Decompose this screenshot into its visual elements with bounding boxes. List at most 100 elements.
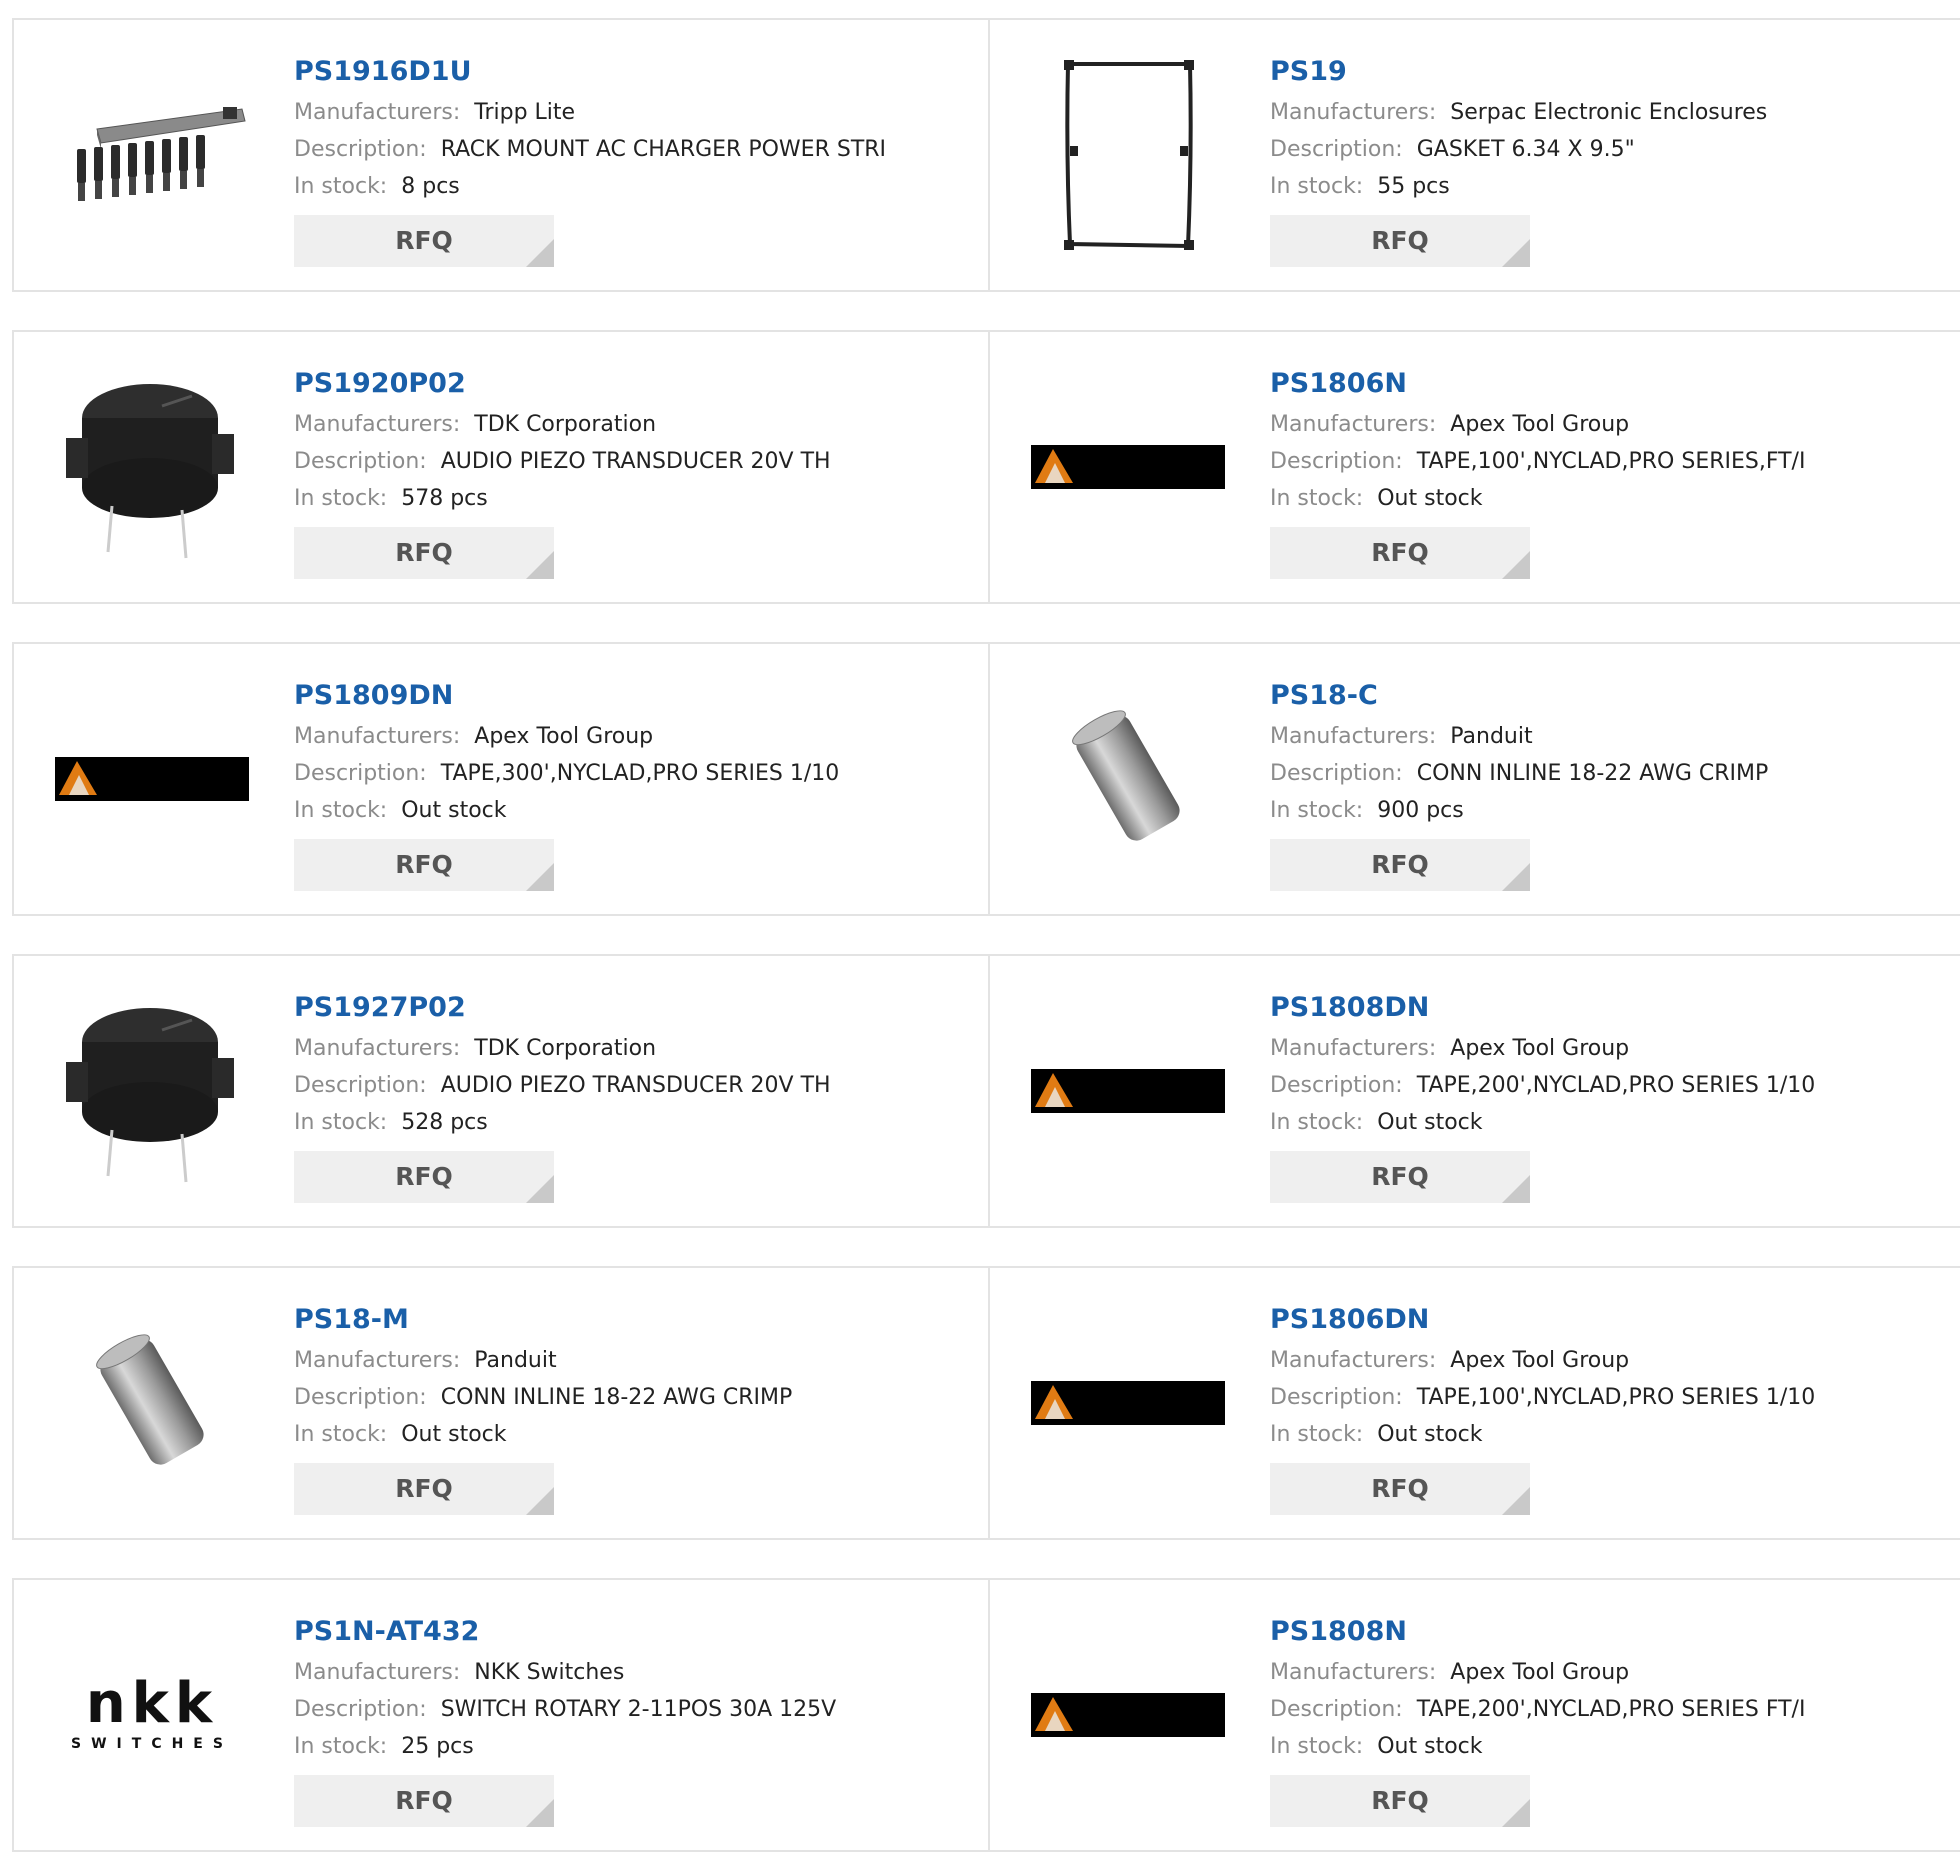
manufacturer-value: Apex Tool Group (1450, 412, 1630, 437)
part-number-link[interactable]: PS1N-AT432 (294, 1614, 978, 1654)
description-line: Description: RACK MOUNT AC CHARGER POWER … (294, 131, 978, 168)
description-label: Description: (294, 1385, 427, 1410)
manufacturer-value: Apex Tool Group (1450, 1036, 1630, 1061)
manufacturer-line: Manufacturers: Apex Tool Group (1270, 1030, 1952, 1067)
description-label: Description: (294, 449, 427, 474)
rfq-button[interactable]: RFQ (1270, 1775, 1530, 1827)
corner-triangle-icon (1502, 1799, 1530, 1827)
stock-label: In stock: (1270, 1110, 1364, 1135)
product-info: PS19 Manufacturers: Serpac Electronic Enc… (1270, 54, 1952, 267)
part-number-link[interactable]: PS1920P02 (294, 366, 978, 406)
rfq-button[interactable]: RFQ (294, 1151, 554, 1203)
stock-value: Out stock (1377, 486, 1483, 511)
apex-logo[interactable] (1028, 1302, 1228, 1502)
description-line: Description: AUDIO PIEZO TRANSDUCER 20V T… (294, 443, 978, 480)
manufacturer-line: Manufacturers: Serpac Electronic Enclosur… (1270, 94, 1952, 131)
apex-logo[interactable] (1028, 1614, 1228, 1814)
rfq-button[interactable]: RFQ (294, 215, 554, 267)
manufacturer-line: Manufacturers: Apex Tool Group (1270, 1342, 1952, 1379)
description-label: Description: (1270, 137, 1403, 162)
manufacturer-line: Manufacturers: Panduit (294, 1342, 978, 1379)
part-number-link[interactable]: PS1809DN (294, 678, 978, 718)
rfq-button[interactable]: RFQ (1270, 1151, 1530, 1203)
stock-value: 528 pcs (401, 1110, 488, 1135)
power-strip-image[interactable] (52, 54, 252, 254)
product-row: nkk SWITCHES PS1N-AT432 Manufacturers: NK… (12, 1578, 1960, 1852)
rfq-label: RFQ (395, 226, 453, 255)
product-row: PS1927P02 Manufacturers: TDK Corporation … (12, 954, 1960, 1228)
product-row: PS1916D1U Manufacturers: Tripp Lite Descr… (12, 18, 1960, 292)
rfq-button[interactable]: RFQ (294, 839, 554, 891)
stock-label: In stock: (294, 1422, 388, 1447)
stock-label: In stock: (294, 174, 388, 199)
part-number-link[interactable]: PS1808DN (1270, 990, 1952, 1030)
description-line: Description: AUDIO PIEZO TRANSDUCER 20V T… (294, 1067, 978, 1104)
crimp-connector-image[interactable] (52, 1302, 252, 1502)
rfq-button[interactable]: RFQ (294, 1775, 554, 1827)
description-line: Description: SWITCH ROTARY 2-11POS 30A 12… (294, 1691, 978, 1728)
manufacturer-label: Manufacturers: (1270, 412, 1437, 437)
piezo-buzzer-image[interactable] (52, 990, 252, 1190)
rfq-button[interactable]: RFQ (294, 1463, 554, 1515)
part-number-link[interactable]: PS19 (1270, 54, 1952, 94)
rfq-button[interactable]: RFQ (1270, 1463, 1530, 1515)
rfq-label: RFQ (395, 1786, 453, 1815)
corner-triangle-icon (1502, 1487, 1530, 1515)
stock-line: In stock: Out stock (294, 1416, 978, 1453)
apex-logo[interactable] (1028, 366, 1228, 566)
manufacturer-value: NKK Switches (474, 1660, 625, 1685)
part-number-link[interactable]: PS18-M (294, 1302, 978, 1342)
part-number-link[interactable]: PS18-C (1270, 678, 1952, 718)
stock-line: In stock: Out stock (1270, 480, 1952, 517)
rfq-label: RFQ (1371, 226, 1429, 255)
gasket-image[interactable] (1028, 54, 1228, 254)
product-info: PS1916D1U Manufacturers: Tripp Lite Descr… (294, 54, 978, 267)
apex-logo-icon (1031, 445, 1225, 489)
piezo-buzzer-image[interactable] (52, 366, 252, 566)
rfq-button[interactable]: RFQ (1270, 839, 1530, 891)
crimp-connector-image[interactable] (1028, 678, 1228, 878)
description-line: Description: TAPE,200',NYCLAD,PRO SERIES … (1270, 1691, 1952, 1728)
product-card: PS1808DN Manufacturers: Apex Tool Group D… (990, 956, 1960, 1226)
rfq-label: RFQ (1371, 1474, 1429, 1503)
manufacturer-line: Manufacturers: Apex Tool Group (1270, 1654, 1952, 1691)
description-value: AUDIO PIEZO TRANSDUCER 20V TH (440, 1073, 831, 1098)
product-row: PS1809DN Manufacturers: Apex Tool Group D… (12, 642, 1960, 916)
stock-line: In stock: 528 pcs (294, 1104, 978, 1141)
description-line: Description: TAPE,100',NYCLAD,PRO SERIES,… (1270, 443, 1952, 480)
part-number-link[interactable]: PS1806DN (1270, 1302, 1952, 1342)
stock-value: 8 pcs (401, 174, 460, 199)
stock-value: 900 pcs (1377, 798, 1464, 823)
product-info: PS1927P02 Manufacturers: TDK Corporation … (294, 990, 978, 1203)
corner-triangle-icon (526, 1175, 554, 1203)
manufacturer-value: Panduit (474, 1348, 557, 1373)
rfq-button[interactable]: RFQ (1270, 527, 1530, 579)
rfq-label: RFQ (395, 538, 453, 567)
stock-label: In stock: (1270, 798, 1364, 823)
description-line: Description: TAPE,200',NYCLAD,PRO SERIES … (1270, 1067, 1952, 1104)
rfq-button[interactable]: RFQ (1270, 215, 1530, 267)
stock-line: In stock: 25 pcs (294, 1728, 978, 1765)
stock-label: In stock: (1270, 1422, 1364, 1447)
part-number-link[interactable]: PS1806N (1270, 366, 1952, 406)
part-number-link[interactable]: PS1916D1U (294, 54, 978, 94)
apex-logo-icon (55, 757, 249, 801)
part-number-link[interactable]: PS1808N (1270, 1614, 1952, 1654)
stock-line: In stock: 55 pcs (1270, 168, 1952, 205)
stock-label: In stock: (1270, 486, 1364, 511)
nkk-logo[interactable]: nkk SWITCHES (52, 1614, 252, 1814)
apex-logo[interactable] (1028, 990, 1228, 1190)
product-info: PS1809DN Manufacturers: Apex Tool Group D… (294, 678, 978, 891)
stock-label: In stock: (294, 798, 388, 823)
stock-line: In stock: 578 pcs (294, 480, 978, 517)
apex-logo-icon (1031, 1381, 1225, 1425)
product-card: PS18-M Manufacturers: Panduit Description… (14, 1268, 990, 1538)
product-card: PS18-C Manufacturers: Panduit Description… (990, 644, 1960, 914)
rfq-label: RFQ (395, 1474, 453, 1503)
product-row: PS1920P02 Manufacturers: TDK Corporation … (12, 330, 1960, 604)
corner-triangle-icon (526, 1487, 554, 1515)
apex-logo[interactable] (52, 678, 252, 878)
part-number-link[interactable]: PS1927P02 (294, 990, 978, 1030)
stock-value: 25 pcs (401, 1734, 474, 1759)
rfq-button[interactable]: RFQ (294, 527, 554, 579)
